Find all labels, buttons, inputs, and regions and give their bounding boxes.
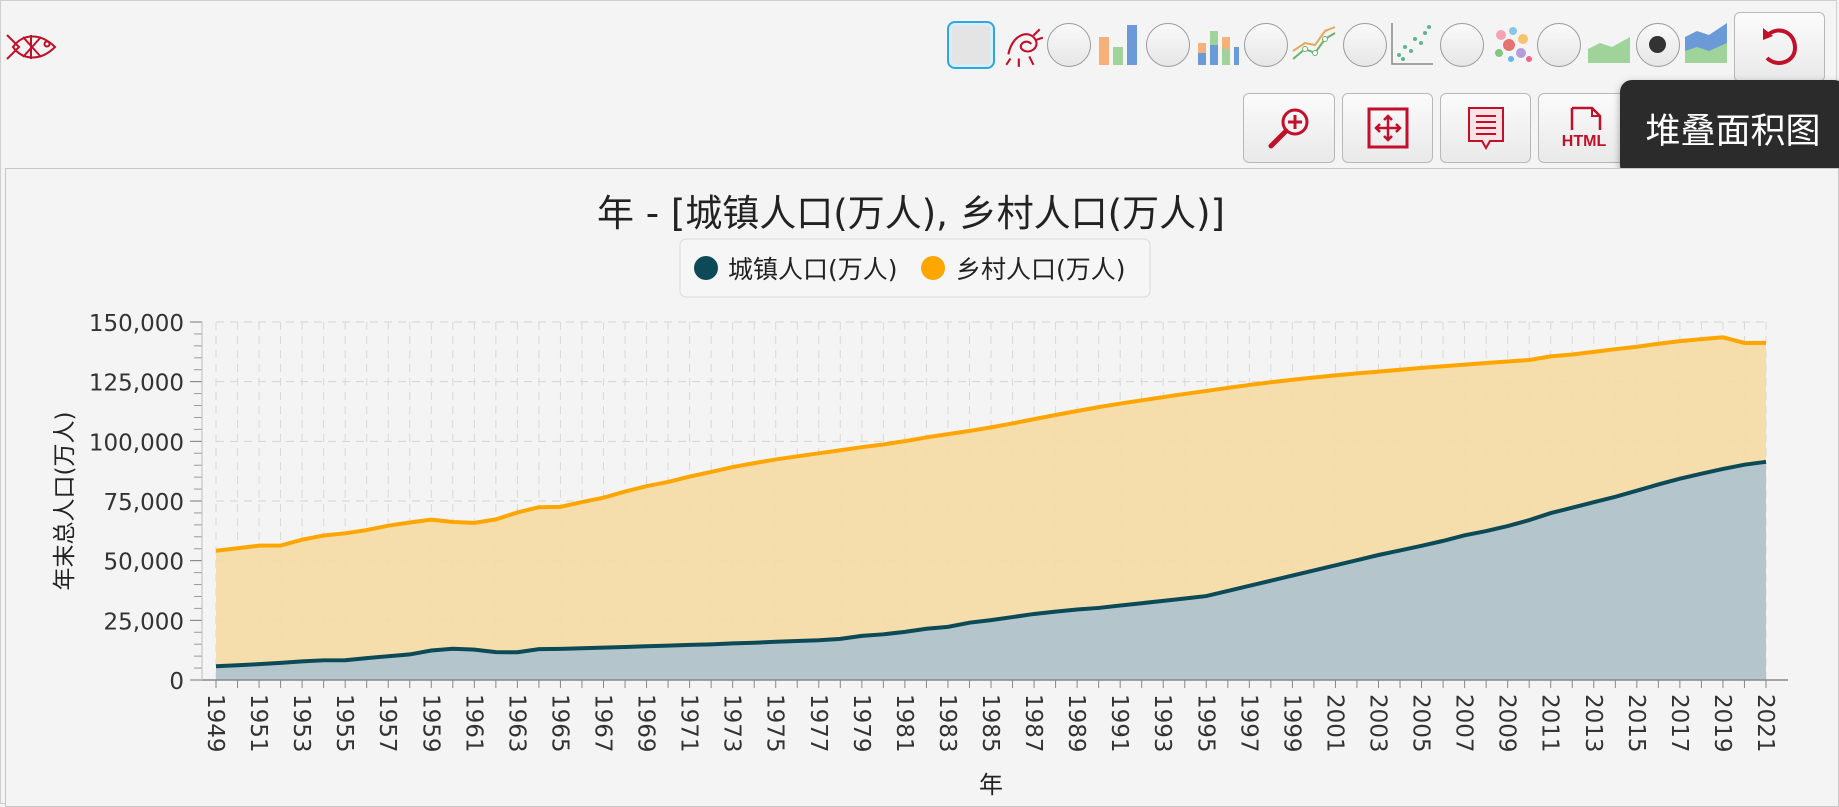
y-tick-label: 125,000 [89, 371, 184, 397]
y-axis-label: 年末总人口(万人) [52, 412, 78, 591]
app-window: HTML 堆叠面积图 年 - [城镇人口(万人), 乡村人口(万人)] 城镇人口(… [0, 0, 1839, 807]
x-tick-label: 2011 [1537, 694, 1563, 753]
x-tick-label: 2019 [1709, 694, 1735, 753]
x-tick-label: 2005 [1408, 694, 1434, 753]
x-tick-label: 1971 [676, 694, 702, 753]
x-tick-label: 1993 [1149, 694, 1175, 753]
x-tick-label: 1967 [590, 694, 616, 753]
legend-marker-urban [694, 256, 718, 280]
x-tick-label: 1953 [288, 694, 314, 753]
chart-title: 年 - [城镇人口(万人), 乡村人口(万人)] [597, 192, 1225, 235]
y-tick-label: 50,000 [104, 550, 184, 576]
legend-marker-rural [921, 256, 945, 280]
legend-label-rural: 乡村人口(万人) [956, 255, 1126, 284]
x-tick-label: 2007 [1451, 694, 1477, 753]
x-tick-label: 1957 [374, 694, 400, 753]
x-tick-label: 1979 [848, 694, 874, 753]
x-tick-label: 2009 [1494, 694, 1520, 753]
x-tick-label: 1989 [1063, 694, 1089, 753]
x-tick-label: 2013 [1580, 694, 1606, 753]
x-tick-label: 1977 [805, 694, 831, 753]
x-tick-label: 1981 [891, 694, 917, 753]
y-tick-label: 25,000 [104, 609, 184, 635]
y-tick-label: 0 [169, 669, 184, 695]
x-tick-label: 1983 [934, 694, 960, 753]
stacked-area-chart: 年 - [城镇人口(万人), 乡村人口(万人)] 城镇人口(万人) 乡村人口(万人)… [52, 192, 1788, 799]
x-tick-label: 1969 [633, 694, 659, 753]
x-tick-label: 1997 [1235, 694, 1261, 753]
x-tick-label: 2021 [1752, 694, 1778, 753]
x-tick-label: 1965 [546, 694, 572, 753]
x-tick-label: 1975 [762, 694, 788, 753]
legend-label-urban: 城镇人口(万人) [728, 255, 898, 284]
x-tick-label: 1961 [460, 694, 486, 753]
x-tick-label: 2015 [1623, 694, 1649, 753]
x-tick-label: 1999 [1278, 694, 1304, 753]
y-tick-label: 100,000 [89, 430, 184, 456]
x-tick-label: 1973 [719, 694, 745, 753]
x-tick-label: 2017 [1666, 694, 1692, 753]
x-tick-label: 1985 [977, 694, 1003, 753]
x-tick-label: 1995 [1192, 694, 1218, 753]
x-tick-label: 1963 [503, 694, 529, 753]
y-tick-label: 150,000 [89, 311, 184, 337]
x-tick-label: 2003 [1365, 694, 1391, 753]
x-tick-label: 1955 [331, 694, 357, 753]
y-tick-label: 75,000 [104, 490, 184, 516]
x-tick-label: 1987 [1020, 694, 1046, 753]
x-tick-label: 2001 [1321, 694, 1347, 753]
x-axis-label: 年 [979, 771, 1003, 799]
x-tick-label: 1991 [1106, 694, 1132, 753]
x-tick-label: 1951 [245, 694, 271, 753]
x-tick-label: 1949 [202, 694, 228, 753]
x-tick-label: 1959 [417, 694, 443, 753]
